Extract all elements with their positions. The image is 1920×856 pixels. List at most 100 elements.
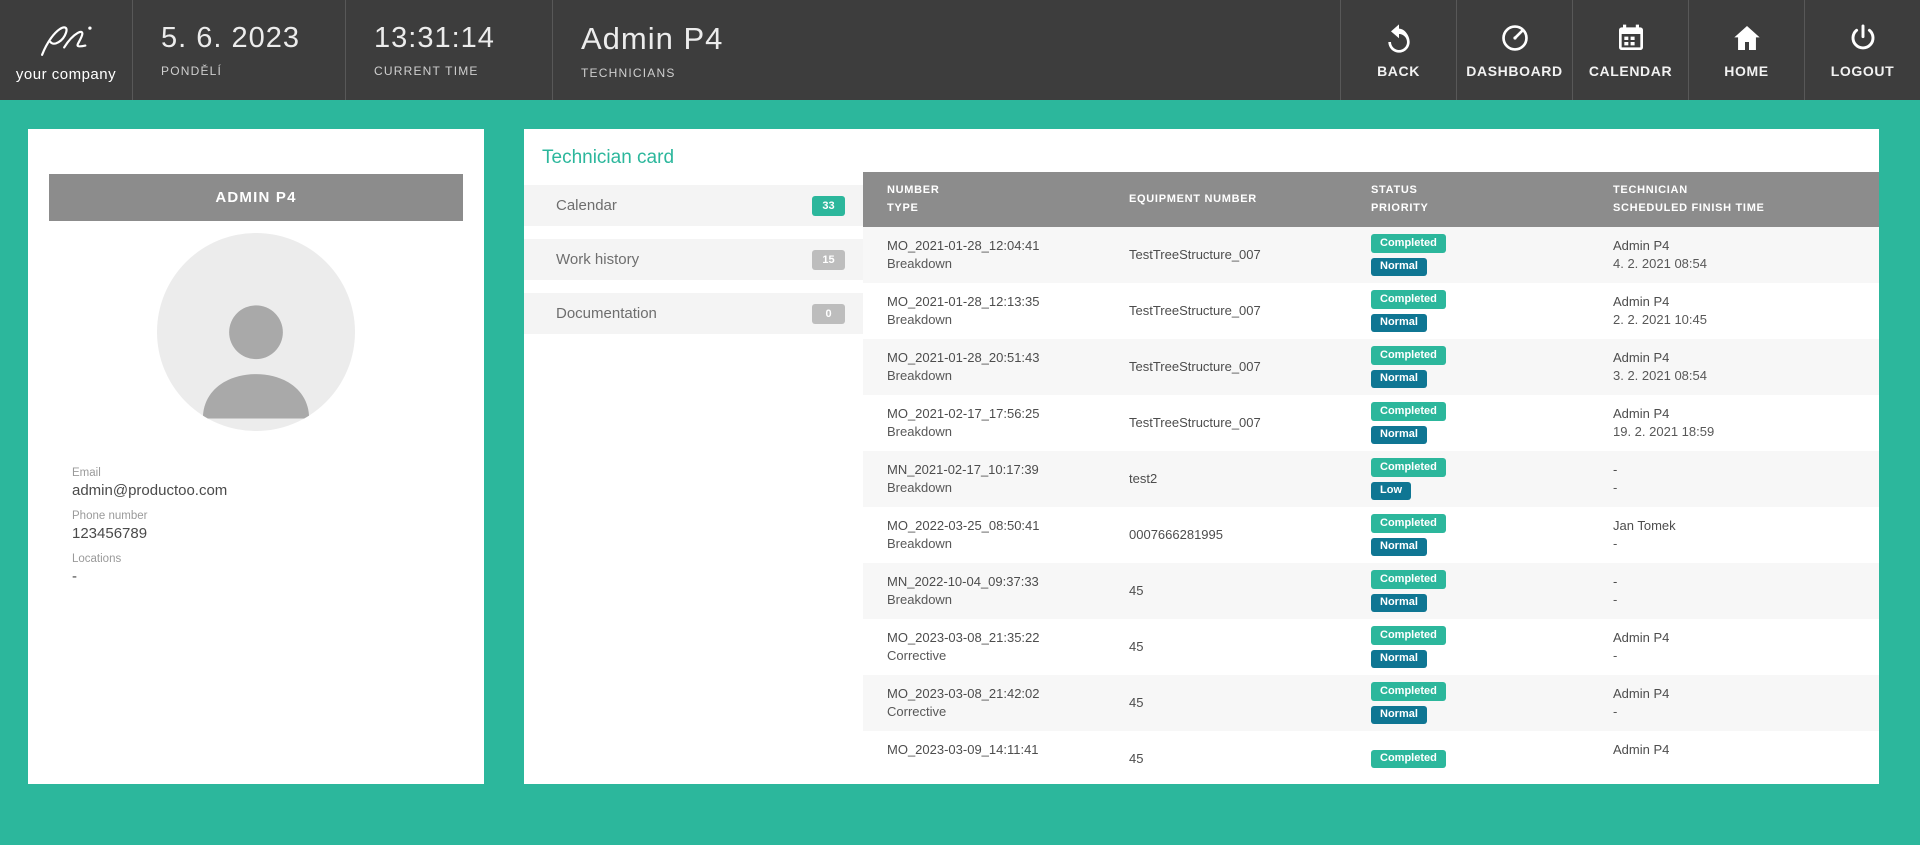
column-header-equipment-number: EQUIPMENT NUMBER — [1105, 191, 1347, 208]
content-area: ADMIN P4 Email admin@productoo.com Phone… — [0, 100, 1920, 845]
status-badge: Completed — [1371, 458, 1446, 476]
technician-name-header: ADMIN P4 — [49, 174, 463, 221]
current-time-block: 13:31:14 CURRENT TIME — [345, 0, 552, 100]
menu-item-label: Documentation — [556, 305, 657, 322]
work-order-type: Breakdown — [887, 479, 1105, 497]
calendar-icon — [1615, 22, 1647, 54]
scheduled-finish-time: 3. 2. 2021 08:54 — [1613, 367, 1879, 385]
table-row[interactable]: MO_2021-01-28_12:13:35 Breakdown TestTre… — [863, 283, 1879, 339]
technician-card-menu: Calendar 33 Work history 15 Documentatio… — [524, 185, 863, 347]
equipment-number: 45 — [1129, 750, 1347, 768]
signature-swoosh-icon — [27, 18, 105, 64]
priority-badge: Normal — [1371, 426, 1427, 444]
work-order-number: MO_2023-03-08_21:42:02 — [887, 685, 1105, 703]
back-undo-arrow-icon — [1383, 22, 1415, 54]
back-button[interactable]: BACK — [1340, 0, 1456, 100]
technician-card-title: Technician card — [524, 129, 1879, 169]
work-order-number: MO_2023-03-08_21:35:22 — [887, 629, 1105, 647]
table-row[interactable]: MO_2022-03-25_08:50:41 Breakdown 0007666… — [863, 507, 1879, 563]
table-row[interactable]: MO_2021-02-17_17:56:25 Breakdown TestTre… — [863, 395, 1879, 451]
priority-badge: Normal — [1371, 706, 1427, 724]
table-row[interactable]: MO_2023-03-08_21:42:02 Corrective 45 Com… — [863, 675, 1879, 731]
equipment-number: TestTreeStructure_007 — [1129, 358, 1347, 376]
technician-name: Admin P4 — [1613, 741, 1879, 759]
page-title-breadcrumb: TECHNICIANS — [581, 66, 1312, 80]
equipment-number: 45 — [1129, 582, 1347, 600]
top-bar: your company 5. 6. 2023 PONDĚLÍ 13:31:14… — [0, 0, 1920, 100]
page-title: Admin P4 — [581, 21, 1312, 57]
documentation-count-badge: 0 — [812, 304, 845, 324]
work-order-number: MO_2021-01-28_12:04:41 — [887, 237, 1105, 255]
work-order-number: MO_2023-03-09_14:11:41 — [887, 741, 1105, 759]
locations-label: Locations — [72, 553, 454, 565]
logout-button[interactable]: LOGOUT — [1804, 0, 1920, 100]
technician-name: Jan Tomek — [1613, 517, 1879, 535]
menu-item-label: Work history — [556, 251, 639, 268]
status-badge: Completed — [1371, 346, 1446, 364]
avatar — [157, 233, 355, 431]
dashboard-button[interactable]: DASHBOARD — [1456, 0, 1572, 100]
current-time: 13:31:14 — [374, 22, 524, 55]
equipment-number: test2 — [1129, 470, 1347, 488]
email-label: Email — [72, 467, 454, 479]
menu-item-work-history[interactable]: Work history 15 — [524, 239, 863, 280]
company-logo[interactable]: your company — [0, 0, 132, 100]
column-header-technician-finish: TECHNICIAN SCHEDULED FINISH TIME — [1589, 182, 1879, 216]
work-order-type: Breakdown — [887, 311, 1105, 329]
logo-text: your company — [16, 66, 116, 83]
work-order-type: Corrective — [887, 647, 1105, 665]
table-row[interactable]: MN_2022-10-04_09:37:33 Breakdown 45 Comp… — [863, 563, 1879, 619]
back-button-label: BACK — [1377, 63, 1420, 79]
topbar-buttons: BACK DASHBOARD CALENDAR HOME — [1340, 0, 1920, 100]
table-row[interactable]: MO_2021-01-28_20:51:43 Breakdown TestTre… — [863, 339, 1879, 395]
technician-name: Admin P4 — [1613, 237, 1879, 255]
calendar-count-badge: 33 — [812, 196, 845, 216]
equipment-number: 45 — [1129, 638, 1347, 656]
scheduled-finish-time: - — [1613, 703, 1879, 721]
menu-item-documentation[interactable]: Documentation 0 — [524, 293, 863, 334]
table-header: NUMBER TYPE EQUIPMENT NUMBER STATUS PRIO… — [863, 172, 1879, 227]
gauge-icon — [1499, 22, 1531, 54]
phone-value: 123456789 — [72, 525, 454, 542]
work-order-type: Breakdown — [887, 535, 1105, 553]
work-order-number: MN_2022-10-04_09:37:33 — [887, 573, 1105, 591]
status-badge: Completed — [1371, 570, 1446, 588]
page-title-block: Admin P4 TECHNICIANS — [552, 0, 1340, 100]
scheduled-finish-time: - — [1613, 479, 1879, 497]
profile-info: Email admin@productoo.com Phone number 1… — [28, 431, 484, 585]
current-time-label: CURRENT TIME — [374, 64, 524, 78]
scheduled-finish-time — [1613, 759, 1879, 777]
locations-value: - — [72, 568, 454, 585]
home-button-label: HOME — [1724, 63, 1768, 79]
equipment-number: 0007666281995 — [1129, 526, 1347, 544]
technician-name: Admin P4 — [1613, 629, 1879, 647]
technician-name: Admin P4 — [1613, 405, 1879, 423]
work-order-number: MO_2021-02-17_17:56:25 — [887, 405, 1105, 423]
work-history-rows: MO_2021-01-28_12:04:41 Breakdown TestTre… — [863, 227, 1879, 784]
table-row[interactable]: MO_2023-03-09_14:11:41 45 Completed Admi… — [863, 731, 1879, 784]
technician-card-panel: Technician card Calendar 33 Work history… — [524, 129, 1879, 784]
equipment-number: 45 — [1129, 694, 1347, 712]
email-value: admin@productoo.com — [72, 482, 454, 499]
calendar-button[interactable]: CALENDAR — [1572, 0, 1688, 100]
priority-badge: Normal — [1371, 314, 1427, 332]
page: your company 5. 6. 2023 PONDĚLÍ 13:31:14… — [0, 0, 1920, 856]
table-row[interactable]: MO_2023-03-08_21:35:22 Corrective 45 Com… — [863, 619, 1879, 675]
current-date-block: 5. 6. 2023 PONDĚLÍ — [132, 0, 345, 100]
menu-item-calendar[interactable]: Calendar 33 — [524, 185, 863, 226]
power-icon — [1847, 22, 1879, 54]
technician-name: Admin P4 — [1613, 293, 1879, 311]
scheduled-finish-time: 19. 2. 2021 18:59 — [1613, 423, 1879, 441]
scheduled-finish-time: 2. 2. 2021 10:45 — [1613, 311, 1879, 329]
current-date-label: PONDĚLÍ — [161, 64, 317, 78]
status-badge: Completed — [1371, 750, 1446, 768]
technician-name: Admin P4 — [1613, 685, 1879, 703]
priority-badge: Normal — [1371, 258, 1427, 276]
calendar-button-label: CALENDAR — [1589, 63, 1672, 79]
equipment-number: TestTreeStructure_007 — [1129, 246, 1347, 264]
home-button[interactable]: HOME — [1688, 0, 1804, 100]
table-row[interactable]: MN_2021-02-17_10:17:39 Breakdown test2 C… — [863, 451, 1879, 507]
column-header-status-priority: STATUS PRIORITY — [1347, 182, 1589, 216]
status-badge: Completed — [1371, 682, 1446, 700]
table-row[interactable]: MO_2021-01-28_12:04:41 Breakdown TestTre… — [863, 227, 1879, 283]
